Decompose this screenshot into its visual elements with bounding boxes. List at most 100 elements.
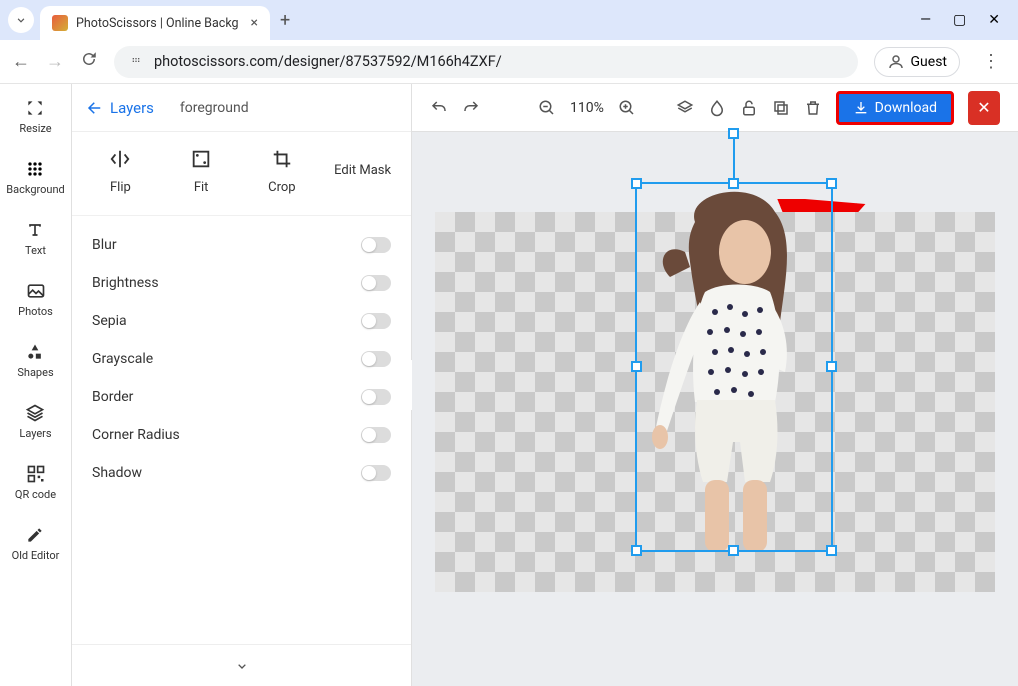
toggle-grayscale[interactable] bbox=[361, 351, 391, 367]
iconbar-shapes[interactable]: Shapes bbox=[17, 342, 53, 379]
chevron-down-icon bbox=[234, 658, 250, 674]
grid-icon bbox=[25, 159, 45, 179]
resize-icon bbox=[25, 98, 45, 118]
close-window-button[interactable]: ✕ bbox=[988, 12, 1000, 28]
resize-handle-mr[interactable] bbox=[826, 361, 837, 372]
favicon-icon bbox=[52, 15, 68, 31]
redo-icon bbox=[462, 99, 480, 117]
canvas-toolbar: 110% Download ✕ bbox=[412, 84, 1018, 132]
redo-button[interactable] bbox=[462, 99, 480, 117]
guest-label: Guest bbox=[911, 54, 947, 70]
tool-edit-mask[interactable]: Edit Mask bbox=[331, 148, 395, 195]
properties-panel: Layers foreground Flip Fit Crop Edit Mas… bbox=[72, 84, 412, 686]
toggle-border[interactable] bbox=[361, 389, 391, 405]
toggle-shadow[interactable] bbox=[361, 465, 391, 481]
minimize-button[interactable]: — bbox=[920, 12, 931, 28]
selection-box[interactable] bbox=[635, 182, 833, 552]
adjust-grayscale: Grayscale bbox=[92, 340, 391, 378]
zoom-out-button[interactable] bbox=[538, 99, 556, 117]
iconbar-background[interactable]: Background bbox=[6, 159, 64, 196]
qr-icon bbox=[26, 464, 46, 484]
toggle-sepia[interactable] bbox=[361, 313, 391, 329]
browser-tab[interactable]: PhotoScissors | Online Backg × bbox=[40, 6, 270, 40]
delete-button[interactable] bbox=[804, 99, 822, 117]
panel-expand-button[interactable] bbox=[72, 644, 411, 686]
iconbar-qrcode[interactable]: QR code bbox=[15, 464, 56, 501]
resize-handle-tl[interactable] bbox=[631, 178, 642, 189]
adjust-sepia: Sepia bbox=[92, 302, 391, 340]
back-to-layers-link[interactable]: Layers bbox=[86, 99, 154, 117]
tool-fit[interactable]: Fit bbox=[169, 148, 233, 195]
adjust-shadow: Shadow bbox=[92, 454, 391, 492]
zoom-in-icon bbox=[618, 99, 636, 117]
reload-button[interactable] bbox=[80, 50, 98, 73]
close-editor-button[interactable]: ✕ bbox=[968, 91, 1000, 125]
droplet-icon bbox=[708, 99, 726, 117]
canvas-checker[interactable] bbox=[435, 212, 995, 592]
lock-button[interactable] bbox=[740, 99, 758, 117]
crop-icon bbox=[271, 148, 293, 170]
tool-flip[interactable]: Flip bbox=[88, 148, 152, 195]
toggle-blur[interactable] bbox=[361, 237, 391, 253]
image-icon bbox=[26, 281, 46, 301]
iconbar-photos[interactable]: Photos bbox=[18, 281, 53, 318]
shapes-icon bbox=[25, 342, 45, 362]
arrow-left-icon bbox=[86, 99, 104, 117]
back-button[interactable]: ← bbox=[12, 51, 30, 72]
url-input[interactable]: photoscissors.com/designer/87537592/M166… bbox=[114, 46, 858, 78]
unlock-icon bbox=[740, 99, 758, 117]
canvas-area: 110% Download ✕ bbox=[412, 84, 1018, 686]
resize-handle-ml[interactable] bbox=[631, 361, 642, 372]
tool-crop[interactable]: Crop bbox=[250, 148, 314, 195]
flip-icon bbox=[109, 148, 131, 170]
resize-handle-br[interactable] bbox=[826, 545, 837, 556]
toggle-corner-radius[interactable] bbox=[361, 427, 391, 443]
iconbar-old-editor[interactable]: Old Editor bbox=[12, 525, 60, 562]
site-settings-icon[interactable] bbox=[128, 52, 144, 72]
close-icon[interactable]: × bbox=[251, 15, 258, 31]
resize-handle-tr[interactable] bbox=[826, 178, 837, 189]
trash-icon bbox=[804, 99, 822, 117]
iconbar-layers[interactable]: Layers bbox=[19, 403, 51, 440]
tab-title: PhotoScissors | Online Backg bbox=[76, 16, 243, 31]
text-icon bbox=[25, 220, 45, 240]
zoom-out-icon bbox=[538, 99, 556, 117]
download-button[interactable]: Download bbox=[836, 91, 954, 125]
left-iconbar: Resize Background Text Photos Shapes Lay… bbox=[0, 84, 72, 686]
forward-button[interactable]: → bbox=[46, 51, 64, 72]
undo-button[interactable] bbox=[430, 99, 448, 117]
resize-handle-tm[interactable] bbox=[728, 178, 739, 189]
tab-search-button[interactable] bbox=[8, 7, 34, 33]
resize-handle-bm[interactable] bbox=[728, 545, 739, 556]
layers-button[interactable] bbox=[676, 99, 694, 117]
copy-icon bbox=[772, 99, 790, 117]
browser-tabstrip: PhotoScissors | Online Backg × + — ▢ ✕ bbox=[0, 0, 1018, 40]
adjust-border: Border bbox=[92, 378, 391, 416]
iconbar-text[interactable]: Text bbox=[25, 220, 46, 257]
fit-icon bbox=[190, 148, 212, 170]
guest-icon bbox=[887, 53, 905, 71]
maximize-button[interactable]: ▢ bbox=[953, 12, 966, 28]
zoom-level: 110% bbox=[570, 100, 604, 116]
duplicate-button[interactable] bbox=[772, 99, 790, 117]
chevron-down-icon bbox=[14, 13, 28, 27]
zoom-in-button[interactable] bbox=[618, 99, 636, 117]
new-tab-button[interactable]: + bbox=[280, 10, 290, 31]
opacity-button[interactable] bbox=[708, 99, 726, 117]
adjust-corner-radius: Corner Radius bbox=[92, 416, 391, 454]
layers-icon bbox=[676, 99, 694, 117]
breadcrumb: foreground bbox=[180, 100, 249, 116]
toggle-brightness[interactable] bbox=[361, 275, 391, 291]
resize-handle-bl[interactable] bbox=[631, 545, 642, 556]
url-text: photoscissors.com/designer/87537592/M166… bbox=[154, 53, 502, 70]
browser-menu-button[interactable]: ⋮ bbox=[976, 51, 1006, 72]
undo-icon bbox=[430, 99, 448, 117]
edit-icon bbox=[25, 525, 45, 545]
profile-button[interactable]: Guest bbox=[874, 47, 960, 77]
adjust-blur: Blur bbox=[92, 226, 391, 264]
browser-address-bar: ← → photoscissors.com/designer/87537592/… bbox=[0, 40, 1018, 84]
download-icon bbox=[853, 100, 869, 116]
reload-icon bbox=[80, 50, 98, 68]
rotate-handle[interactable] bbox=[728, 128, 739, 139]
iconbar-resize[interactable]: Resize bbox=[19, 98, 51, 135]
